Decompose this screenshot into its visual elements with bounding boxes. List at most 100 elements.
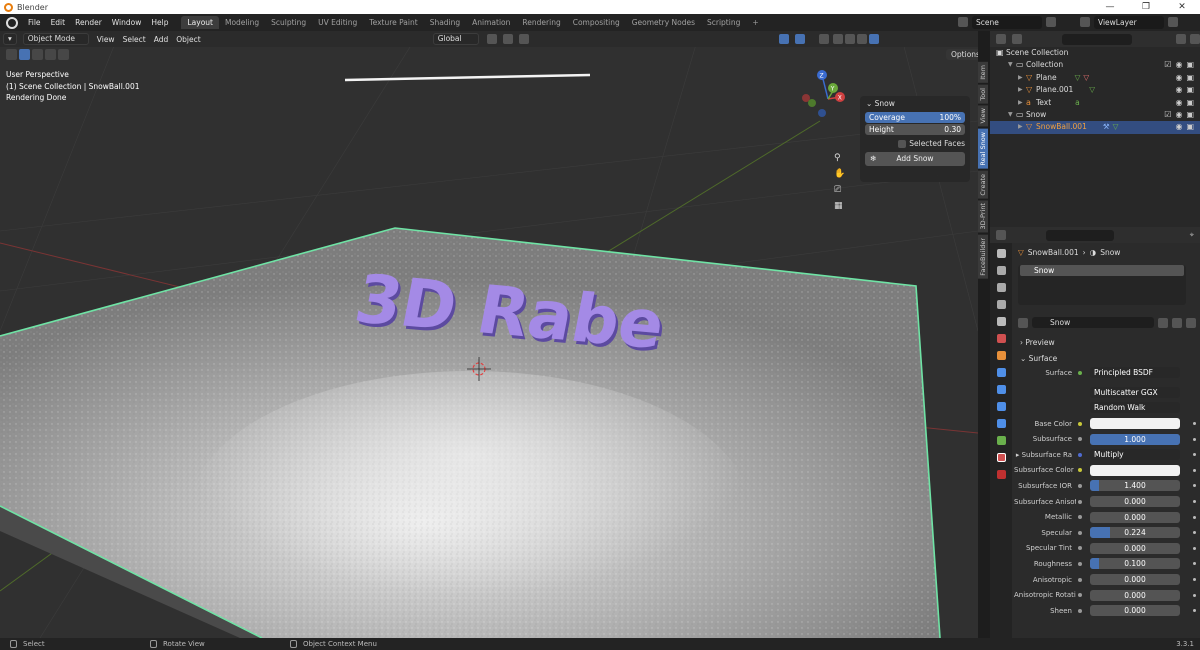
camera-icon[interactable]: ▣ [1186,59,1194,71]
socket-icon[interactable] [1076,435,1084,443]
options-button[interactable]: Options [946,49,978,60]
menu-object[interactable]: Object [176,35,200,44]
sidebar-tab-item[interactable]: Item [978,62,988,83]
keyframe-icon[interactable] [1193,422,1196,426]
eye-icon[interactable]: ◉ [1175,121,1182,133]
surface-shader-select[interactable]: Principled BSDF [1090,367,1180,379]
particles-tab-icon[interactable] [996,385,1006,394]
height-slider[interactable]: Height 0.30 [865,124,965,135]
outliner-item-collection[interactable]: ▼ ▭ Collection ☑ ◉ ▣ [990,59,1200,71]
outliner-item-text[interactable]: ▶ a Text a ◉ ▣ [990,97,1200,109]
mesh-data-icon[interactable]: ▽ [1089,84,1095,96]
world-tab-icon[interactable] [996,334,1006,343]
pivot-icon[interactable] [486,34,497,44]
tool-tab-icon[interactable] [996,249,1006,258]
socket-icon[interactable] [1076,544,1084,552]
tab-rendering[interactable]: Rendering [516,16,566,29]
expand-icon[interactable]: ▶ [1018,84,1026,96]
socket-icon[interactable] [1076,466,1084,474]
constraints-tab-icon[interactable] [996,419,1006,428]
checkbox-icon[interactable]: ☑ [1164,109,1171,121]
socket-icon[interactable] [1076,451,1084,459]
keyframe-icon[interactable] [1193,437,1196,441]
expand-icon[interactable]: ▼ [1008,59,1016,71]
object-tab-icon[interactable] [996,351,1006,360]
viewlayer-field[interactable]: ViewLayer [1094,15,1164,29]
zoom-icon[interactable]: ⚲ [834,153,845,163]
select-extend-icon[interactable] [32,49,43,60]
grid-icon[interactable]: ▦ [834,201,845,211]
properties-search-input[interactable] [1046,229,1114,241]
pin-icon[interactable]: ⌖ [1190,230,1194,240]
preview-section[interactable]: › Preview [1014,336,1200,349]
eye-icon[interactable]: ◉ [1175,109,1182,121]
modifier-tab-icon[interactable] [996,368,1006,377]
menu-select[interactable]: Select [123,35,146,44]
maximize-button[interactable]: ❐ [1128,0,1164,14]
keyframe-icon[interactable] [1193,578,1196,582]
properties-editor-icon[interactable] [996,230,1006,240]
value-slider[interactable]: 0.224 [1090,527,1180,539]
text-data-icon[interactable]: a [1075,97,1080,109]
tool-toggle-icon[interactable] [6,49,17,60]
overlay-toggle-icon[interactable] [794,34,805,44]
new-scene-icon[interactable] [1046,17,1056,27]
camera-icon[interactable]: ▣ [1186,84,1194,96]
socket-icon[interactable] [1076,513,1084,521]
select-invert-icon[interactable] [58,49,69,60]
duplicate-material-icon[interactable] [1172,317,1182,328]
wireframe-shading-icon[interactable] [832,34,843,44]
socket-icon[interactable] [1076,498,1084,506]
keyframe-icon[interactable] [1193,484,1196,488]
value-slider[interactable]: 0.000 [1090,589,1180,601]
keyframe-icon[interactable] [1193,453,1196,457]
mesh-data-icon[interactable]: ▽ [1075,72,1081,84]
surface-section[interactable]: ⌄ Surface [1014,352,1200,365]
snow-panel-header[interactable]: ⌄ Snow [860,96,970,111]
tab-compositing[interactable]: Compositing [567,16,626,29]
material-browse-icon[interactable] [1018,317,1028,328]
outliner-search-input[interactable] [1062,33,1132,45]
sidebar-tab-tool[interactable]: Tool [978,84,988,104]
eye-icon[interactable]: ◉ [1175,72,1182,84]
keyframe-icon[interactable] [1193,546,1196,550]
socket-icon[interactable] [1076,420,1084,428]
keyframe-icon[interactable] [1193,593,1196,597]
value-slider[interactable]: 0.100 [1090,558,1180,570]
value-slider[interactable]: 1.400 [1090,480,1180,492]
camera-icon[interactable]: ▣ [1186,72,1194,84]
tab-layout[interactable]: Layout [181,16,219,29]
keyframe-icon[interactable] [1193,500,1196,504]
keyframe-icon[interactable] [1193,468,1196,472]
tab-sculpting[interactable]: Sculpting [265,16,312,29]
tab-texture-paint[interactable]: Texture Paint [363,16,423,29]
hand-icon[interactable]: ✋ [834,169,845,179]
close-button[interactable]: ✕ [1164,0,1200,14]
outliner-item-plane-001[interactable]: ▶ ▽ Plane.001 ▽ ◉ ▣ [990,84,1200,96]
gizmo-toggle-icon[interactable] [778,34,789,44]
select-new-icon[interactable] [19,49,30,60]
expand-icon[interactable]: ▶ [1018,72,1026,84]
keyframe-icon[interactable] [1193,515,1196,519]
menu-add[interactable]: Add [154,35,169,44]
value-slider[interactable]: 0.000 [1090,574,1180,586]
keyframe-icon[interactable] [1193,531,1196,535]
output-tab-icon[interactable] [996,283,1006,292]
unlink-material-icon[interactable] [1186,317,1196,328]
value-slider[interactable]: 0.000 [1090,605,1180,617]
menu-help[interactable]: Help [146,18,173,27]
solid-shading-icon[interactable] [844,34,855,44]
socket-icon[interactable] [1076,591,1084,599]
socket-icon[interactable] [1076,576,1084,584]
outliner-editor-icon[interactable] [996,34,1006,44]
camera-icon[interactable]: ▣ [1186,109,1194,121]
eye-icon[interactable]: ◉ [1175,84,1182,96]
value-slider[interactable]: 0.000 [1090,511,1180,523]
tab-animation[interactable]: Animation [466,16,516,29]
fake-user-icon[interactable] [1158,317,1168,328]
sidebar-tab-real-snow[interactable]: Real Snow [978,128,988,169]
tab-geometry-nodes[interactable]: Geometry Nodes [626,16,701,29]
render-tab-icon[interactable] [996,266,1006,275]
select-subtract-icon[interactable] [45,49,56,60]
expand-icon[interactable]: ▶ [1018,121,1026,133]
